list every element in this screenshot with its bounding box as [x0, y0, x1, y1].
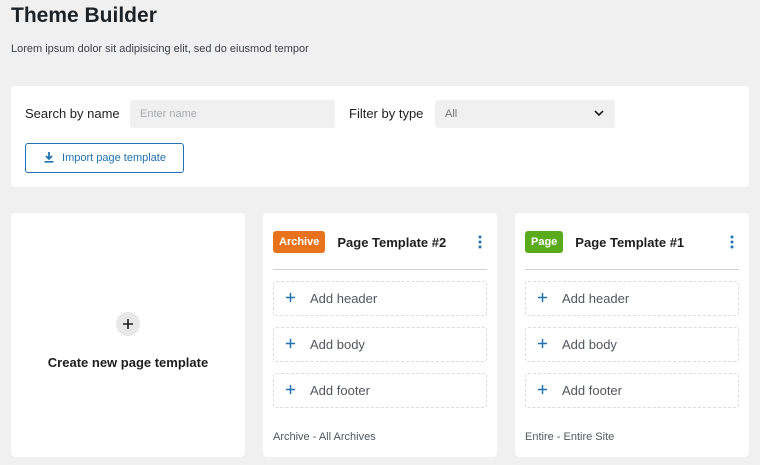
template-card: Page Page Template #1 Add header Add bod…: [515, 213, 749, 457]
filter-panel: Search by name Filter by type All Import…: [11, 86, 749, 187]
plus-icon: [537, 382, 548, 400]
slot-label: Add footer: [310, 383, 370, 398]
create-template-card[interactable]: Create new page template: [11, 213, 245, 457]
import-template-button[interactable]: Import page template: [25, 143, 184, 173]
template-title: Page Template #1: [575, 234, 685, 250]
template-type-badge: Archive: [273, 231, 326, 253]
plus-icon: [285, 382, 296, 400]
plus-icon: [285, 336, 296, 354]
template-divider: [525, 269, 739, 270]
plus-icon: [537, 336, 548, 354]
more-vertical-icon[interactable]: [473, 232, 487, 252]
type-filter-label: Filter by type: [349, 106, 424, 121]
type-filter-value: All: [445, 108, 458, 120]
add-footer-slot[interactable]: Add footer: [525, 373, 739, 408]
search-label: Search by name: [25, 106, 120, 121]
add-header-slot[interactable]: Add header: [273, 281, 487, 316]
template-type-badge: Page: [525, 231, 564, 253]
add-header-slot[interactable]: Add header: [525, 281, 739, 316]
add-body-slot[interactable]: Add body: [525, 327, 739, 362]
type-filter-select[interactable]: All: [435, 100, 615, 128]
plus-icon: [116, 312, 140, 336]
template-title: Page Template #2: [337, 234, 447, 250]
slot-label: Add footer: [562, 383, 622, 398]
template-divider: [273, 269, 487, 270]
template-header: Page Page Template #1: [525, 230, 739, 254]
page-title: Theme Builder: [11, 4, 157, 27]
create-template-label: Create new page template: [47, 355, 209, 370]
add-footer-slot[interactable]: Add footer: [273, 373, 487, 408]
plus-icon: [537, 290, 548, 308]
slot-label: Add body: [310, 337, 365, 352]
slot-label: Add header: [310, 291, 378, 306]
search-input[interactable]: [130, 100, 335, 128]
slot-label: Add body: [562, 337, 617, 352]
import-button-label: Import page template: [62, 152, 166, 164]
template-header: Archive Page Template #2: [273, 230, 487, 254]
template-card: Archive Page Template #2 Add header Add …: [263, 213, 497, 457]
template-condition: Entire - Entire Site: [525, 431, 615, 443]
chevron-down-icon: [593, 107, 605, 122]
slot-label: Add header: [562, 291, 630, 306]
more-vertical-icon[interactable]: [725, 232, 739, 252]
page-subtitle: Lorem ipsum dolor sit adipisicing elit, …: [11, 43, 309, 55]
plus-icon: [285, 290, 296, 308]
add-body-slot[interactable]: Add body: [273, 327, 487, 362]
download-icon: [43, 151, 55, 166]
template-condition: Archive - All Archives: [273, 431, 376, 443]
